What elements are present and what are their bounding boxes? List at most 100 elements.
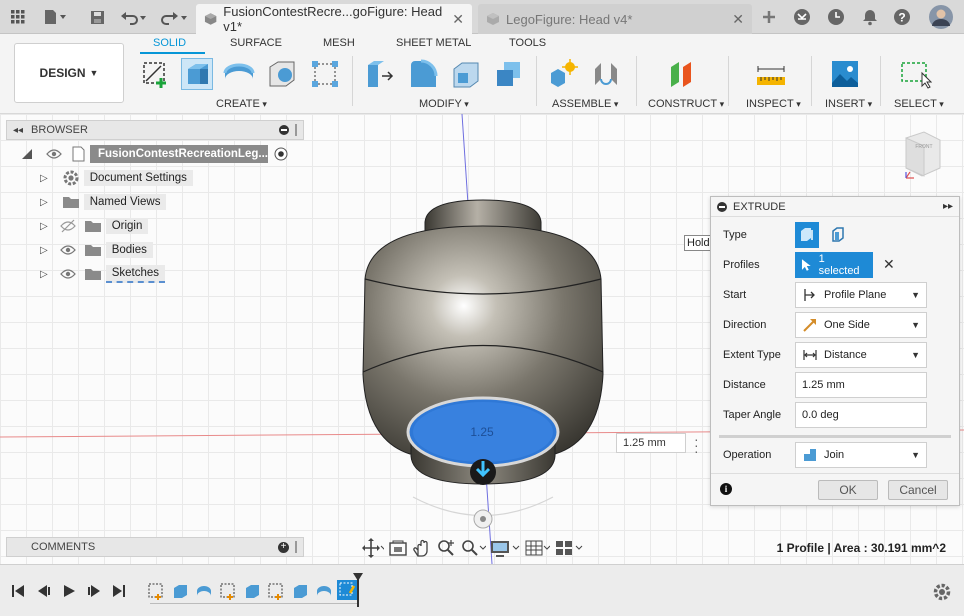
timeline-sketch-icon[interactable] [147, 582, 165, 600]
select-window-icon[interactable] [900, 58, 932, 90]
extrude-tool-icon[interactable] [181, 58, 213, 90]
combine-icon[interactable] [493, 58, 525, 90]
tab-tools[interactable]: TOOLS [509, 37, 546, 49]
online-icon[interactable] [791, 6, 813, 28]
visibility-eye-icon[interactable] [46, 148, 62, 160]
group-insert[interactable]: INSERT [825, 98, 872, 110]
pattern-tool-icon[interactable] [309, 58, 341, 90]
collapse-left-icon[interactable]: ◂◂ [13, 125, 23, 136]
timeline-marker[interactable] [357, 577, 359, 607]
group-modify[interactable]: MODIFY [419, 98, 469, 110]
tab-solid[interactable]: SOLID [153, 37, 186, 49]
start-select[interactable]: Profile Plane ▼ [795, 282, 927, 308]
offset-plane-icon[interactable] [666, 58, 698, 90]
expand-dialog-icon[interactable]: ▸▸ [943, 201, 953, 212]
shell-icon[interactable] [450, 58, 482, 90]
expand-triangle-icon[interactable]: ▷ [40, 173, 48, 184]
taper-angle-input[interactable]: 0.0 deg [795, 402, 927, 428]
look-at-icon[interactable] [388, 538, 408, 558]
step-back-icon[interactable] [36, 583, 52, 599]
group-construct[interactable]: CONSTRUCT [648, 98, 724, 110]
timeline-extrude-icon[interactable] [243, 582, 261, 600]
timeline-revolve-icon[interactable] [315, 582, 333, 600]
browser-item-named-views[interactable]: ▷ Named Views [40, 190, 167, 214]
apps-grid-icon[interactable] [7, 6, 29, 28]
close-icon[interactable]: ✕ [452, 11, 464, 28]
step-forward-icon[interactable] [86, 583, 102, 599]
press-pull-icon[interactable] [363, 58, 395, 90]
clock-icon[interactable] [825, 6, 847, 28]
ok-button[interactable]: OK [818, 480, 878, 500]
tab-mesh[interactable]: MESH [323, 37, 355, 49]
tab-document-legofigure[interactable]: LegoFigure: Head v4* ✕ [478, 4, 752, 34]
browser-item-sketches[interactable]: ▷ Sketches [40, 262, 166, 286]
timeline-sketch-icon[interactable] [267, 582, 285, 600]
file-icon[interactable] [40, 6, 70, 28]
panel-grip-icon[interactable] [295, 124, 297, 136]
fit-view-icon[interactable] [460, 538, 486, 558]
operation-select[interactable]: Join ▼ [795, 442, 927, 468]
go-to-end-icon[interactable] [111, 583, 127, 599]
fillet-icon[interactable] [407, 58, 439, 90]
minimize-panel-icon[interactable] [279, 125, 289, 135]
hidden-eye-icon[interactable] [59, 219, 76, 233]
go-to-start-icon[interactable] [10, 583, 26, 599]
add-comment-icon[interactable]: + [278, 541, 289, 553]
info-icon[interactable]: i [720, 483, 732, 495]
notification-icon[interactable] [859, 6, 881, 28]
type-one-side-solid-icon[interactable] [795, 222, 819, 248]
timeline-revolve-icon[interactable] [195, 582, 213, 600]
help-icon[interactable]: ? [891, 6, 913, 28]
browser-item-document-settings[interactable]: ▷ Document Settings [40, 166, 193, 190]
revolve-tool-icon[interactable] [223, 58, 255, 90]
tab-document-head-v1[interactable]: FusionContestRecre...goFigure: Head v1* … [196, 4, 472, 34]
browser-item-origin[interactable]: ▷ Origin [40, 214, 149, 238]
visibility-eye-icon[interactable] [59, 244, 76, 256]
undo-icon[interactable] [118, 6, 150, 28]
box-tool-icon[interactable] [266, 58, 298, 90]
close-icon[interactable]: ✕ [732, 11, 744, 28]
viewports-icon[interactable] [554, 538, 584, 558]
group-select[interactable]: SELECT [894, 98, 944, 110]
timeline-extrude-icon[interactable] [171, 582, 189, 600]
timeline-sketch-icon[interactable] [219, 582, 237, 600]
browser-root-item[interactable]: FusionContestRecreationLeg... [20, 142, 288, 166]
create-sketch-icon[interactable] [140, 58, 172, 90]
workspace-switcher[interactable]: DESIGN ▼ [14, 43, 124, 103]
measure-icon[interactable] [755, 58, 787, 90]
grid-settings-icon[interactable] [524, 538, 550, 558]
timeline-active-sketch-icon[interactable] [337, 580, 357, 600]
new-component-icon[interactable] [547, 58, 579, 90]
joint-icon[interactable] [590, 58, 622, 90]
profiles-selection-button[interactable]: 1 selected [795, 252, 873, 278]
gear-icon[interactable] [932, 582, 952, 602]
user-avatar-icon[interactable] [928, 4, 954, 30]
plus-icon[interactable] [758, 6, 780, 28]
activate-radio-icon[interactable] [274, 147, 288, 161]
tab-surface[interactable]: SURFACE [230, 37, 282, 49]
display-settings-icon[interactable] [490, 538, 520, 558]
clear-selection-icon[interactable]: ✕ [883, 256, 895, 273]
distance-heads-up-input[interactable]: 1.25 mm [616, 433, 686, 453]
distance-input[interactable]: 1.25 mm [795, 372, 927, 398]
panel-grip-icon[interactable] [295, 541, 297, 553]
group-inspect[interactable]: INSPECT [746, 98, 801, 110]
group-create[interactable]: CREATE [216, 98, 267, 110]
direction-select[interactable]: One Side ▼ [795, 312, 927, 338]
type-thin-extrude-icon[interactable] [827, 222, 851, 248]
extent-type-select[interactable]: Distance ▼ [795, 342, 927, 368]
pan-hand-icon[interactable] [412, 538, 432, 558]
orbit-move-icon[interactable] [362, 538, 384, 558]
tab-sheet-metal[interactable]: SHEET METAL [396, 37, 471, 49]
browser-item-bodies[interactable]: ▷ Bodies [40, 238, 153, 262]
save-icon[interactable] [86, 6, 108, 28]
group-assemble[interactable]: ASSEMBLE [552, 98, 618, 110]
expand-triangle-icon[interactable]: ▷ [40, 269, 48, 280]
insert-image-icon[interactable] [829, 58, 861, 90]
expand-triangle-icon[interactable]: ▷ [40, 221, 48, 232]
more-options-icon[interactable]: · · · [694, 432, 700, 458]
expand-triangle-icon[interactable]: ▷ [40, 245, 48, 256]
viewcube[interactable]: FRONT [905, 131, 941, 179]
collapse-triangle-icon[interactable] [20, 147, 34, 161]
timeline-extrude-icon[interactable] [291, 582, 309, 600]
